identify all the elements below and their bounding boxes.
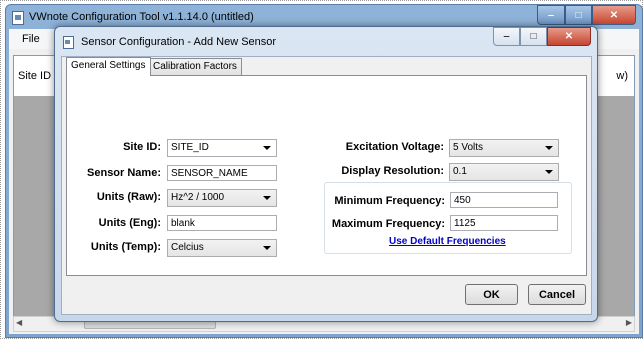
dialog-close-button[interactable]: ✕: [547, 27, 591, 46]
dialog-minimize-button[interactable]: ‒: [493, 27, 520, 46]
units-raw-value: Hz^2 / 1000: [171, 192, 225, 203]
display-resolution-combo[interactable]: 0.1: [449, 163, 559, 181]
maximize-icon: □: [530, 31, 537, 42]
units-temp-label: Units (Temp):: [90, 241, 161, 253]
scroll-right-icon[interactable]: ▶: [626, 318, 632, 327]
excitation-voltage-label: Excitation Voltage:: [345, 141, 444, 153]
excitation-voltage-combo[interactable]: 5 Volts: [449, 139, 559, 157]
main-maximize-button[interactable]: □: [565, 5, 592, 25]
tab-calibration-factors[interactable]: Calibration Factors: [148, 58, 242, 75]
units-raw-label: Units (Raw):: [96, 191, 161, 203]
units-raw-combo[interactable]: Hz^2 / 1000: [167, 189, 277, 207]
dialog-title: Sensor Configuration - Add New Sensor: [81, 36, 277, 48]
ok-button[interactable]: OK: [465, 284, 518, 305]
close-icon: ✕: [564, 31, 574, 42]
sensor-config-dialog: Sensor Configuration - Add New Sensor ‒ …: [54, 26, 598, 322]
min-frequency-label: Minimum Frequency:: [334, 195, 445, 207]
minimize-icon: ‒: [548, 9, 554, 21]
display-resolution-value: 0.1: [453, 166, 467, 177]
app-icon: [12, 11, 24, 25]
frequency-group: Minimum Frequency: 450 Maximum Frequency…: [324, 182, 572, 254]
sensor-name-input[interactable]: SENSOR_NAME: [167, 165, 277, 181]
minimize-icon: ‒: [503, 31, 510, 42]
chevron-down-icon: [263, 196, 271, 200]
dialog-maximize-button[interactable]: □: [520, 27, 547, 46]
units-temp-value: Celcius: [171, 242, 204, 253]
site-id-label: Site ID:: [123, 141, 161, 153]
units-eng-input[interactable]: blank: [167, 215, 277, 231]
max-frequency-input[interactable]: 1125: [450, 215, 558, 231]
chevron-down-icon: [263, 246, 271, 250]
display-resolution-label: Display Resolution:: [341, 165, 444, 177]
main-minimize-button[interactable]: ‒: [537, 5, 565, 25]
maximize-icon: □: [575, 9, 582, 21]
excitation-voltage-value: 5 Volts: [453, 142, 484, 153]
use-default-frequencies-link[interactable]: Use Default Frequencies: [389, 236, 506, 247]
min-frequency-input[interactable]: 450: [450, 192, 558, 208]
menu-file[interactable]: File: [22, 33, 40, 45]
close-icon: ✕: [609, 9, 619, 21]
main-window-title: VWnote Configuration Tool v1.1.14.0 (unt…: [29, 11, 254, 23]
dialog-icon: [63, 36, 74, 49]
scroll-left-icon[interactable]: ◀: [16, 318, 22, 327]
column-right-partial[interactable]: w): [616, 70, 628, 82]
chevron-down-icon: [545, 146, 553, 150]
column-site-id[interactable]: Site ID: [18, 70, 51, 82]
dialog-client-area: General Settings Calibration Factors Sit…: [61, 56, 592, 315]
max-frequency-label: Maximum Frequency:: [331, 218, 445, 230]
tab-general-settings[interactable]: General Settings: [66, 57, 151, 76]
site-id-value: SITE_ID: [171, 142, 209, 153]
general-settings-panel: Site ID: SITE_ID Sensor Name: SENSOR_NAM…: [66, 75, 587, 276]
main-close-button[interactable]: ✕: [592, 5, 636, 25]
chevron-down-icon: [545, 170, 553, 174]
units-eng-label: Units (Eng):: [98, 217, 161, 229]
dialog-caption-buttons: ‒ □ ✕: [493, 27, 591, 46]
main-caption-buttons: ‒ □ ✕: [537, 5, 636, 25]
sensor-name-label: Sensor Name:: [87, 167, 161, 179]
site-id-combo[interactable]: SITE_ID: [167, 139, 277, 157]
chevron-down-icon: [263, 146, 271, 150]
units-temp-combo[interactable]: Celcius: [167, 239, 277, 257]
cancel-button[interactable]: Cancel: [528, 284, 586, 305]
